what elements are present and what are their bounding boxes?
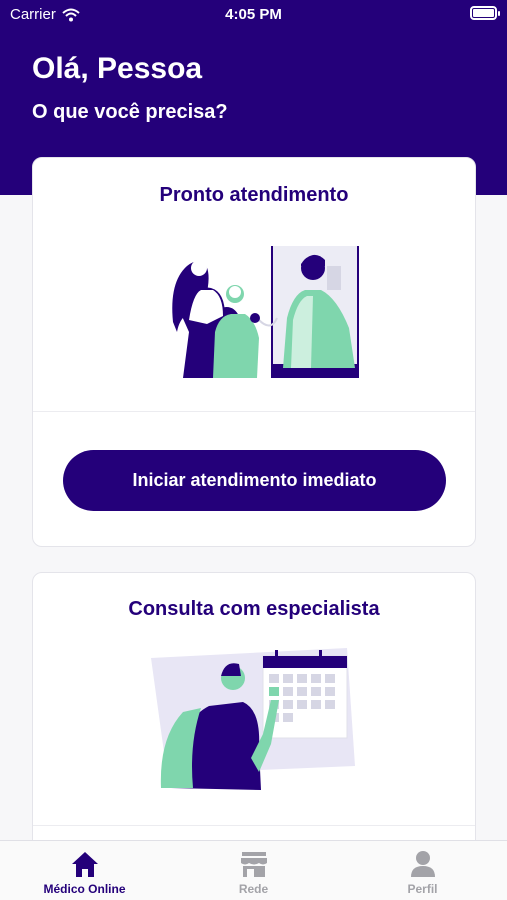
- status-bar: Carrier 4:05 PM: [0, 0, 507, 30]
- card-title: Pronto atendimento: [159, 184, 349, 206]
- tab-bar: Médico Online Rede Perfil: [0, 840, 507, 900]
- card-divider: [33, 411, 475, 412]
- greeting-title: Olá, Pessoa: [32, 52, 203, 85]
- tab-rede[interactable]: Rede: [169, 841, 338, 900]
- store-icon: [240, 852, 267, 877]
- specialist-appointment-card[interactable]: Consulta com especialista: [32, 572, 476, 872]
- clock: 4:05 PM: [225, 6, 282, 23]
- card-divider: [33, 825, 475, 826]
- greeting-subtitle: O que você precisa?: [32, 101, 228, 123]
- tab-medico-online[interactable]: Médico Online: [0, 841, 169, 900]
- urgent-care-card[interactable]: Pronto atendimento Iniciar atendimento i…: [32, 157, 476, 547]
- tab-label: Perfil: [407, 882, 438, 896]
- calendar-appointment-illustration: [151, 648, 355, 790]
- battery-icon: [470, 6, 500, 20]
- home-icon: [71, 852, 98, 877]
- doctor-video-call-illustration: [172, 246, 359, 378]
- card-title: Consulta com especialista: [128, 598, 380, 620]
- tab-label: Médico Online: [43, 882, 126, 896]
- tab-label: Rede: [238, 882, 269, 896]
- start-immediate-care-button[interactable]: Iniciar atendimento imediato: [63, 450, 446, 511]
- tab-perfil[interactable]: Perfil: [338, 841, 507, 900]
- user-icon: [410, 851, 435, 877]
